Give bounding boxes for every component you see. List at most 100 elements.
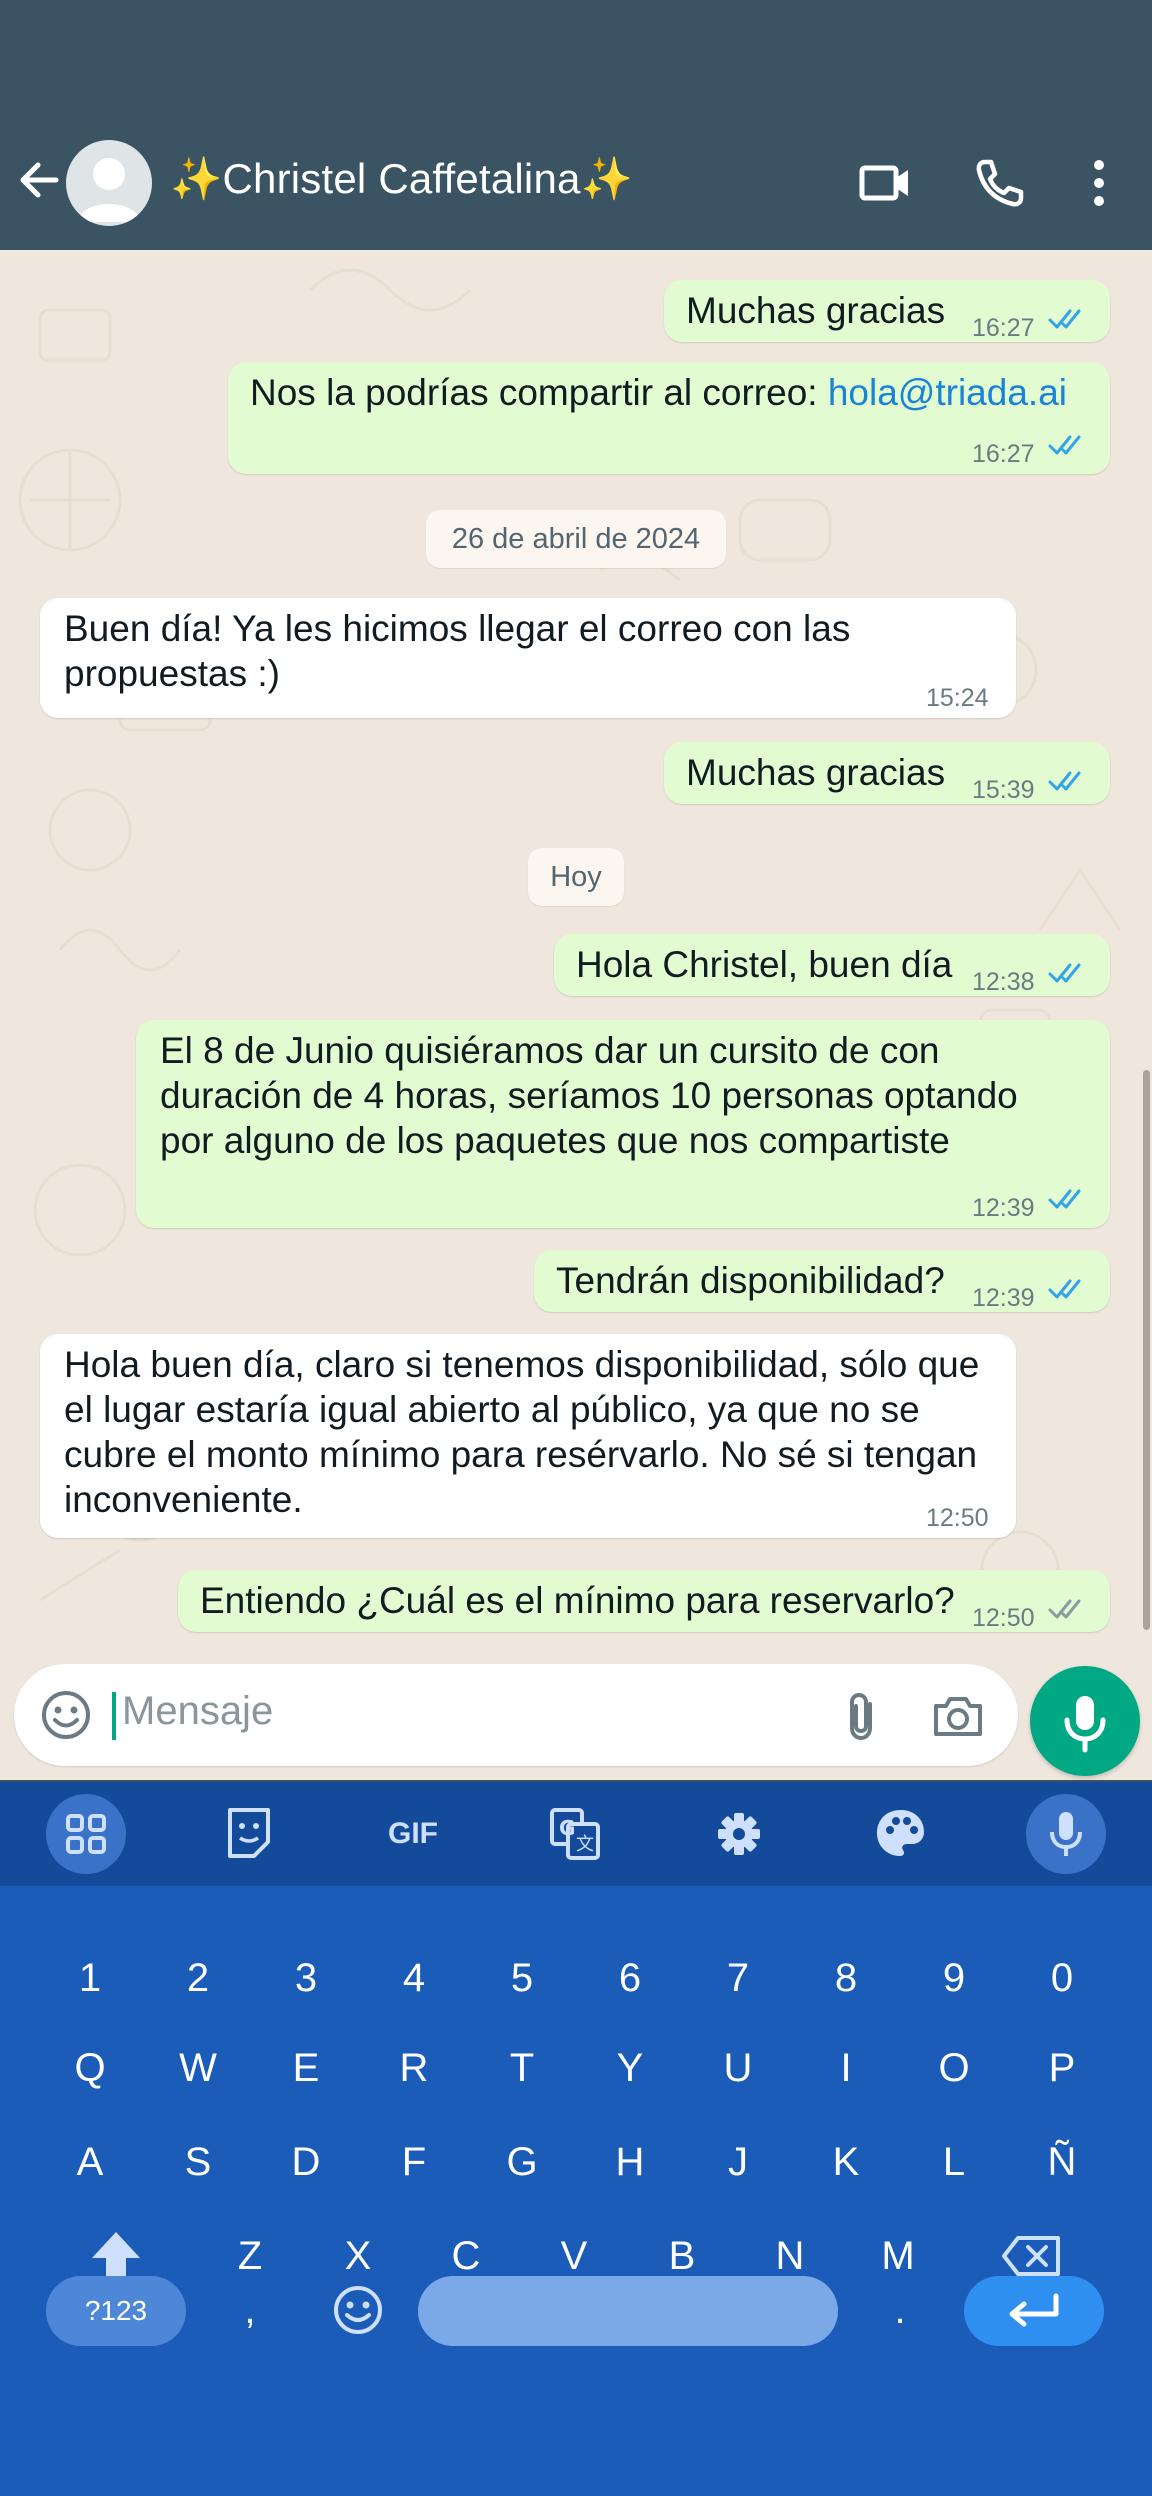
key-4[interactable]: 4 (374, 1938, 454, 2018)
key-enye[interactable]: Ñ (1022, 2122, 1102, 2202)
contact-name[interactable]: ✨Christel Caffetalina✨ (170, 155, 633, 204)
comma-key[interactable]: , (210, 2270, 290, 2350)
key-k[interactable]: K (806, 2122, 886, 2202)
key-u[interactable]: U (698, 2028, 778, 2108)
message-list[interactable]: Muchas gracias 16:27 Nos la podrías comp… (0, 250, 1152, 1650)
key-h[interactable]: H (590, 2122, 670, 2202)
text-cursor (112, 1692, 116, 1740)
key-a[interactable]: A (50, 2122, 130, 2202)
message-outgoing[interactable]: Muchas gracias 15:39 (664, 742, 1110, 804)
message-incoming[interactable]: Hola buen día, claro si tenemos disponib… (40, 1334, 1016, 1538)
message-time: 16:27 (972, 440, 1035, 468)
read-receipt-icon (1048, 309, 1081, 329)
message-text: El 8 de Junio quisiéramos dar un cursito… (160, 1030, 1018, 1161)
key-e[interactable]: E (266, 2028, 346, 2108)
key-5[interactable]: 5 (482, 1938, 562, 2018)
keyboard-emoji-icon (334, 2286, 382, 2334)
message-outgoing[interactable]: Tendrán disponibilidad? 12:39 (534, 1250, 1110, 1312)
key-q[interactable]: Q (50, 2028, 130, 2108)
keyboard-toolbar: GIF G文 (0, 1782, 1152, 1886)
translate-icon[interactable]: G文 (534, 1798, 616, 1870)
read-receipt-icon (1048, 435, 1081, 455)
camera-icon[interactable] (928, 1688, 988, 1744)
key-w[interactable]: W (158, 2028, 238, 2108)
message-outgoing[interactable]: Entiendo ¿Cuál es el mínimo para reserva… (178, 1570, 1110, 1632)
message-time: 12:39 (972, 1284, 1035, 1312)
enter-key[interactable] (964, 2276, 1104, 2346)
key-p[interactable]: P (1022, 2028, 1102, 2108)
period-key[interactable]: . (860, 2270, 940, 2350)
key-g[interactable]: G (482, 2122, 562, 2202)
more-options-icon[interactable] (1064, 148, 1134, 218)
key-s[interactable]: S (158, 2122, 238, 2202)
email-link[interactable]: hola@triada.ai (828, 372, 1067, 413)
svg-text:文: 文 (576, 1834, 594, 1855)
key-2[interactable]: 2 (158, 1938, 238, 2018)
delivered-receipt-icon (1048, 1599, 1081, 1619)
message-text: Entiendo ¿Cuál es el mínimo para reserva… (200, 1580, 955, 1621)
message-outgoing[interactable]: Hola Christel, buen día 12:38 (554, 934, 1110, 996)
message-text: Muchas gracias (686, 290, 946, 331)
message-outgoing[interactable]: Muchas gracias 16:27 (664, 280, 1110, 342)
sticker-icon[interactable] (208, 1798, 290, 1870)
message-text: Nos la podrías compartir al correo: hola… (250, 370, 1067, 415)
message-text: Muchas gracias (686, 752, 946, 793)
key-y[interactable]: Y (590, 2028, 670, 2108)
attach-icon[interactable] (834, 1688, 890, 1744)
whatsapp-chat-screen: ✨Christel Caffetalina✨ Muchas gracias 16… (0, 0, 1152, 2496)
apps-grid-icon[interactable] (46, 1794, 126, 1874)
date-separator: Hoy (528, 848, 624, 906)
message-placeholder: Mensaje (122, 1689, 274, 1733)
key-0[interactable]: 0 (1022, 1938, 1102, 2018)
message-input[interactable]: Mensaje (14, 1664, 1018, 1766)
message-text-prefix: Nos la podrías compartir al correo: (250, 372, 828, 413)
read-receipt-icon (1048, 771, 1081, 791)
mic-icon (1064, 1696, 1106, 1753)
palette-icon[interactable] (860, 1798, 942, 1870)
emoji-key[interactable] (318, 2270, 398, 2350)
svg-text:G: G (559, 1816, 575, 1840)
message-text: Hola buen día, claro si tenemos disponib… (64, 1344, 980, 1520)
message-outgoing[interactable]: Nos la podrías compartir al correo: hola… (228, 362, 1110, 474)
message-time: 12:50 (972, 1604, 1035, 1632)
gif-button[interactable]: GIF (372, 1798, 454, 1870)
settings-icon[interactable] (698, 1798, 780, 1870)
emoji-icon[interactable] (38, 1687, 94, 1743)
key-f[interactable]: F (374, 2122, 454, 2202)
on-screen-keyboard: GIF G文 1 2 3 4 5 6 7 8 9 0 Q W E R T Y U… (0, 1782, 1152, 2496)
voice-message-button[interactable] (1030, 1666, 1140, 1776)
key-1[interactable]: 1 (50, 1938, 130, 2018)
key-3[interactable]: 3 (266, 1938, 346, 2018)
status-bar (0, 0, 1152, 110)
key-9[interactable]: 9 (914, 1938, 994, 2018)
key-i[interactable]: I (806, 2028, 886, 2108)
phone-call-icon[interactable] (965, 148, 1035, 218)
read-receipt-icon (1048, 1279, 1081, 1299)
key-7[interactable]: 7 (698, 1938, 778, 2018)
key-t[interactable]: T (482, 2028, 562, 2108)
chat-header: ✨Christel Caffetalina✨ (0, 110, 1152, 250)
video-call-icon[interactable] (850, 148, 920, 218)
key-6[interactable]: 6 (590, 1938, 670, 2018)
key-r[interactable]: R (374, 2028, 454, 2108)
message-time: 12:38 (972, 968, 1035, 996)
key-o[interactable]: O (914, 2028, 994, 2108)
read-receipt-icon (1048, 1189, 1081, 1209)
message-time: 15:24 (926, 684, 989, 712)
key-d[interactable]: D (266, 2122, 346, 2202)
key-8[interactable]: 8 (806, 1938, 886, 2018)
back-arrow-icon[interactable] (12, 148, 68, 212)
message-incoming[interactable]: Buen día! Ya les hicimos llegar el corre… (40, 598, 1016, 718)
chat-scrollbar[interactable] (1143, 1070, 1150, 1630)
enter-icon (1009, 2293, 1059, 2327)
composer-bar: Mensaje (0, 1650, 1152, 1780)
message-text: Hola Christel, buen día (576, 944, 953, 985)
key-l[interactable]: L (914, 2122, 994, 2202)
message-outgoing[interactable]: El 8 de Junio quisiéramos dar un cursito… (136, 1020, 1110, 1228)
space-bar[interactable] (418, 2276, 838, 2346)
key-j[interactable]: J (698, 2122, 778, 2202)
message-time: 16:27 (972, 314, 1035, 342)
symbols-key[interactable]: ?123 (46, 2276, 186, 2346)
contact-avatar[interactable] (66, 140, 152, 226)
keyboard-mic-icon[interactable] (1026, 1794, 1106, 1874)
